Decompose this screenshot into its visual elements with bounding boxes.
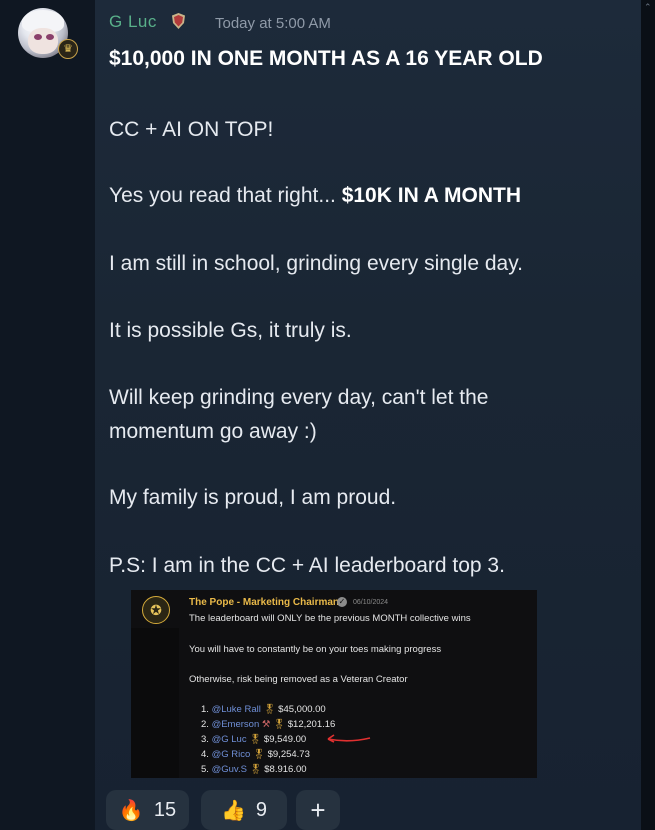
leaderboard-row: 5. @Guv.S 🎖 $8.916.00 [201, 764, 307, 775]
embed-text-3: Otherwise, risk being removed as a Veter… [189, 674, 408, 685]
add-reaction-button[interactable]: + [296, 790, 340, 830]
leaderboard-row: 2. @Emerson ⚒ 🎖 $12,201.16 [201, 719, 336, 730]
scroll-up-icon[interactable]: ⌃ [644, 2, 652, 12]
message-line-3: I am still in school, grinding every sin… [109, 252, 523, 275]
message-line-2-bold: $10K IN A MONTH [341, 184, 522, 207]
scrollbar-track[interactable] [641, 0, 655, 830]
author-name[interactable]: G Luc [109, 12, 157, 32]
message-line-2: Yes you read that right... $10K IN A MON… [109, 184, 522, 207]
leaderboard-row: 4. @G Rico 🎖 $9,254.73 [201, 749, 310, 760]
reaction-fire-button[interactable]: 🔥 15 [106, 790, 189, 830]
rocket-icon: ⚒ [261, 719, 271, 730]
message-line-5a: Will keep grinding every day, can't let … [109, 386, 489, 409]
message-line-6: My family is proud, I am proud. [109, 486, 397, 509]
embed-avatar-icon: ✪ [142, 596, 170, 624]
message-title: $10,000 IN ONE MONTH AS A 16 YEAR OLD [109, 47, 543, 70]
shield-badge-icon [172, 13, 185, 29]
embed-avatar-gutter [131, 628, 179, 778]
plus-icon: + [310, 794, 326, 825]
embed-text-2: You will have to constantly be on your t… [189, 644, 442, 655]
thumbs-up-icon: 👍 [220, 799, 246, 822]
embed-text-1: The leaderboard will ONLY be the previou… [189, 613, 471, 624]
medal-icon: 🎖 [249, 734, 262, 745]
crown-badge-icon: ♛ [58, 39, 78, 59]
message-line-7: P.S: I am in the CC + AI leaderboard top… [109, 554, 505, 577]
red-arrow-icon [327, 734, 371, 743]
leaderboard-row: 3. @G Luc 🎖 $9,549.00 [201, 734, 307, 745]
left-gutter [0, 0, 95, 830]
medal-icon: 🎖 [249, 764, 262, 775]
reaction-count: 9 [255, 798, 268, 821]
medal-icon: 🎖 [273, 719, 286, 730]
fire-icon: 🔥 [118, 799, 144, 822]
medal-icon: 🎖 [263, 704, 276, 715]
message-line-4: It is possible Gs, it truly is. [109, 319, 352, 342]
medal-icon: 🎖 [252, 749, 265, 760]
message-line-5b: momentum go away :) [109, 420, 317, 443]
embed-date: 06/10/2024 [353, 599, 389, 606]
message-timestamp: Today at 5:00 AM [215, 15, 331, 32]
reaction-thumbs-up-button[interactable]: 👍 9 [201, 790, 287, 830]
verified-icon: ✓ [337, 597, 347, 607]
message-line-1: CC + AI ON TOP! [109, 118, 274, 141]
reaction-count: 15 [153, 798, 177, 821]
embed-author: The Pope - Marketing Chairman [189, 597, 340, 608]
embedded-screenshot[interactable]: ✪ The Pope - Marketing Chairman ✓ 06/10/… [131, 590, 537, 778]
leaderboard-row: 1. @Luke Rall 🎖 $45,000.00 [201, 704, 326, 715]
